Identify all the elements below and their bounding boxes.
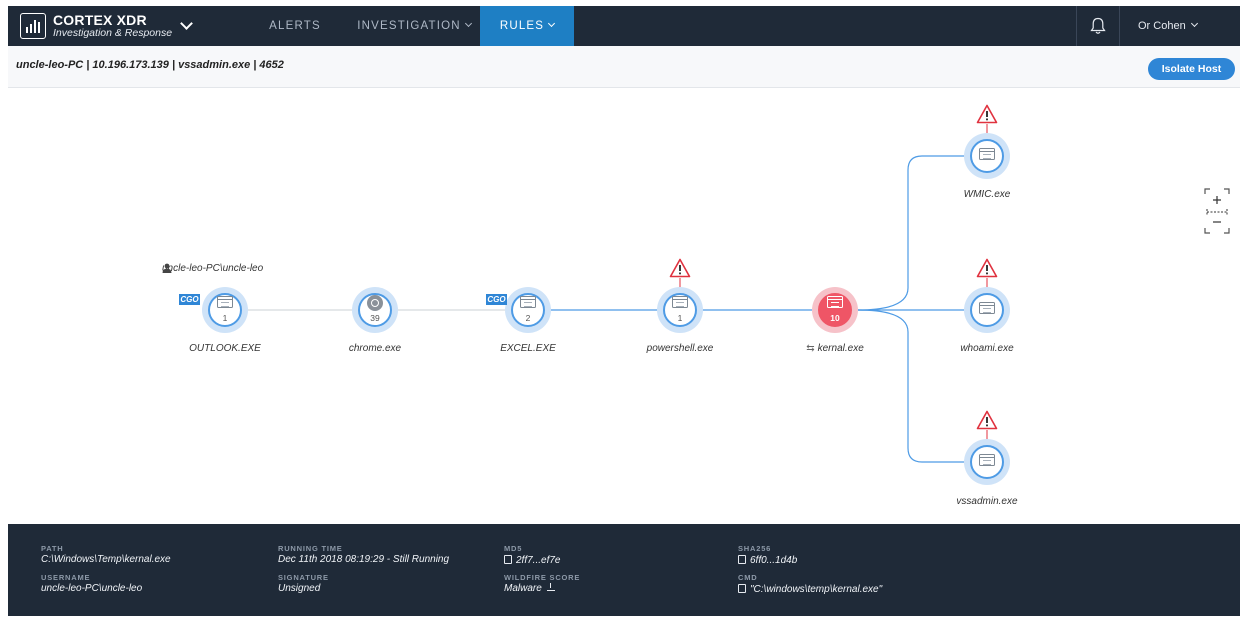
bell-icon xyxy=(1090,17,1106,34)
chevron-down-icon xyxy=(548,19,556,28)
copy-icon[interactable] xyxy=(504,555,512,564)
chevron-down-icon xyxy=(1190,19,1198,28)
user-label: uncle-leo-PC\uncle-leo xyxy=(162,263,264,274)
user-menu[interactable]: Or Cohen xyxy=(1138,6,1198,46)
node-label: ⇆ kernal.exe xyxy=(806,343,864,354)
edge-kernal-wmic xyxy=(857,155,964,311)
alert-warning-icon[interactable] xyxy=(976,410,998,430)
running-time-field: RUNNING TIME Dec 11th 2018 08:19:29 - St… xyxy=(278,544,450,565)
graph-edges xyxy=(225,124,988,463)
zoom-controls xyxy=(1204,188,1230,234)
app-subtitle: Investigation & Response xyxy=(53,26,173,39)
window-icon xyxy=(979,148,995,160)
brand-menu[interactable]: CORTEX XDR Investigation & Response xyxy=(20,12,193,40)
process-node-whoami[interactable] xyxy=(964,287,1010,333)
edge-kernal-vssadmin xyxy=(857,309,964,463)
breadcrumb: uncle-leo-PC | 10.196.173.139 | vssadmin… xyxy=(16,59,284,71)
signature-field: SIGNATURE Unsigned xyxy=(278,573,329,594)
process-node-excel[interactable]: 2 xyxy=(505,287,551,333)
node-label: powershell.exe xyxy=(646,343,714,354)
process-details-panel: PATH C:\Windows\Temp\kernal.exe USERNAME… xyxy=(8,524,1240,616)
user-icon xyxy=(162,263,172,273)
copy-icon[interactable] xyxy=(738,584,746,593)
zoom-in-icon xyxy=(1213,196,1221,204)
process-node-vssadmin[interactable] xyxy=(964,439,1010,485)
app-window: CORTEX XDR Investigation & Response ALER… xyxy=(8,6,1240,616)
nav-rules[interactable]: RULES xyxy=(480,6,574,46)
window-icon xyxy=(520,296,536,308)
download-icon[interactable] xyxy=(546,583,555,591)
injection-icon: ⇆ xyxy=(806,343,815,354)
process-node-kernal[interactable]: 10 xyxy=(812,287,858,333)
window-icon xyxy=(979,302,995,314)
process-node-chrome[interactable]: 39 xyxy=(352,287,398,333)
nav-investigation[interactable]: INVESTIGATION xyxy=(352,6,476,46)
node-label: vssadmin.exe xyxy=(956,496,1018,507)
window-icon xyxy=(827,296,843,308)
node-label: WMIC.exe xyxy=(963,189,1011,200)
causality-graph: uncle-leo-PC\uncle-leo 1 CGO OUTLOOK.EXE… xyxy=(8,88,1240,594)
alert-warning-icon[interactable] xyxy=(976,258,998,278)
node-label: EXCEL.EXE xyxy=(500,343,556,354)
top-navigation-bar: CORTEX XDR Investigation & Response ALER… xyxy=(8,6,1240,46)
window-icon xyxy=(217,296,233,308)
window-icon xyxy=(672,296,688,308)
md5-field: MD5 2ff7...ef7e xyxy=(504,544,561,566)
cgo-badge: CGO xyxy=(179,294,200,305)
app-name: CORTEX XDR xyxy=(53,12,147,29)
process-node-wmic[interactable] xyxy=(964,133,1010,179)
chevron-down-icon xyxy=(464,19,472,28)
causality-header: uncle-leo-PC | 10.196.173.139 | vssadmin… xyxy=(8,46,1240,88)
node-label: OUTLOOK.EXE xyxy=(189,343,261,354)
username-field: USERNAME uncle-leo-PC\uncle-leo xyxy=(41,573,143,594)
node-label: chrome.exe xyxy=(348,343,402,354)
cgo-badge: CGO xyxy=(486,294,507,305)
cmd-field: CMD "C:\windows\temp\kernal.exe" xyxy=(738,573,883,595)
chrome-icon xyxy=(367,295,383,311)
sha256-field: SHA256 6ff0...1d4b xyxy=(738,544,798,566)
alert-warning-icon[interactable] xyxy=(669,258,691,278)
chevron-down-icon[interactable] xyxy=(180,17,193,30)
copy-icon[interactable] xyxy=(738,555,746,564)
node-label: whoami.exe xyxy=(960,343,1014,354)
process-node-powershell[interactable]: 1 xyxy=(657,287,703,333)
alert-warning-icon[interactable] xyxy=(976,104,998,124)
process-node-outlook[interactable]: 1 xyxy=(202,287,248,333)
isolate-host-button[interactable]: Isolate Host xyxy=(1148,58,1235,80)
notifications-button[interactable] xyxy=(1076,6,1120,46)
window-icon xyxy=(979,454,995,466)
path-field: PATH C:\Windows\Temp\kernal.exe xyxy=(41,544,171,565)
wildfire-score-field: WILDFIRE SCORE Malware xyxy=(504,573,581,594)
nav-alerts[interactable]: ALERTS xyxy=(260,6,330,46)
cortex-logo-icon xyxy=(20,13,46,39)
